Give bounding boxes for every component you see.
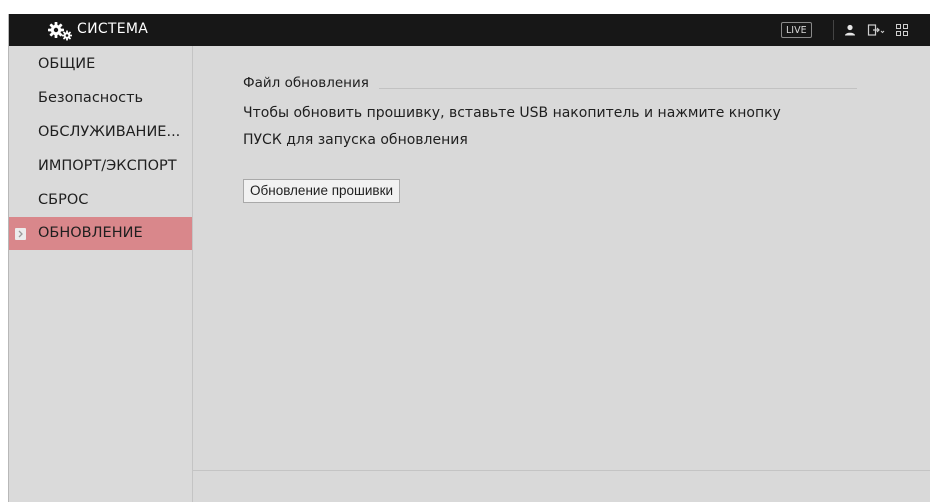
sidebar-item-security[interactable]: Безопасность	[9, 81, 192, 115]
grid-menu-icon[interactable]	[895, 23, 909, 37]
sidebar-item-label: ОБСЛУЖИВАНИЕ...	[38, 124, 181, 140]
top-bar: СИСТЕМА LIVE	[9, 14, 930, 46]
firmware-update-button[interactable]: Обновление прошивки	[243, 179, 401, 203]
chevron-right-icon	[15, 228, 26, 240]
sidebar-item-import-export[interactable]: ИМПОРТ/ЭКСПОРТ	[9, 149, 192, 183]
live-button[interactable]: LIVE	[781, 22, 812, 38]
sidebar-item-maintenance[interactable]: ОБСЛУЖИВАНИЕ...	[9, 115, 192, 149]
logout-icon[interactable]	[867, 23, 885, 37]
sidebar-item-label: Безопасность	[38, 90, 144, 106]
sidebar-item-update[interactable]: ОБНОВЛЕНИЕ	[9, 217, 192, 250]
app-title: СИСТЕМА	[77, 21, 149, 37]
sidebar-item-label: ИМПОРТ/ЭКСПОРТ	[38, 158, 177, 174]
main-panel: Файл обновления Чтобы обновить прошивку,…	[193, 46, 930, 502]
sidebar-item-label: ОБЩИЕ	[38, 56, 96, 72]
gear-icon	[48, 22, 72, 41]
app-window: СИСТЕМА LIVE ОБЩИЕ Безопасность ОБСЛУЖИВ…	[8, 14, 930, 502]
user-icon[interactable]	[843, 23, 857, 37]
description-line-1: Чтобы обновить прошивку, вставьте USB на…	[243, 105, 781, 121]
section-title: Файл обновления	[243, 75, 369, 91]
sidebar-item-label: СБРОС	[38, 192, 89, 208]
section-divider	[379, 88, 857, 89]
sidebar-item-reset[interactable]: СБРОС	[9, 183, 192, 217]
sidebar-item-label: ОБНОВЛЕНИЕ	[38, 225, 143, 241]
sidebar-item-general[interactable]: ОБЩИЕ	[9, 47, 192, 81]
description-line-2: ПУСК для запуска обновления	[243, 132, 468, 148]
sidebar: ОБЩИЕ Безопасность ОБСЛУЖИВАНИЕ... ИМПОР…	[9, 46, 193, 502]
footer-divider	[193, 470, 930, 471]
divider	[833, 20, 834, 40]
